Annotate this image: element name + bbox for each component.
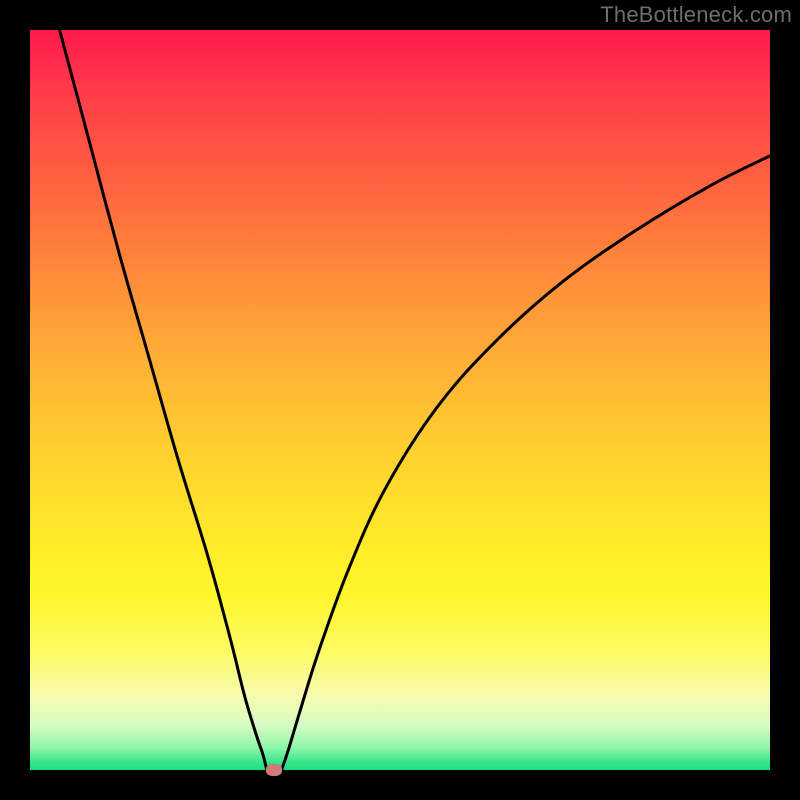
chart-frame: TheBottleneck.com [0,0,800,800]
curve-svg [30,30,770,770]
curve-left-branch [60,30,267,770]
min-point-marker [266,764,282,776]
plot-area [30,30,770,770]
watermark-text: TheBottleneck.com [600,2,792,28]
curve-right-branch [282,156,770,770]
